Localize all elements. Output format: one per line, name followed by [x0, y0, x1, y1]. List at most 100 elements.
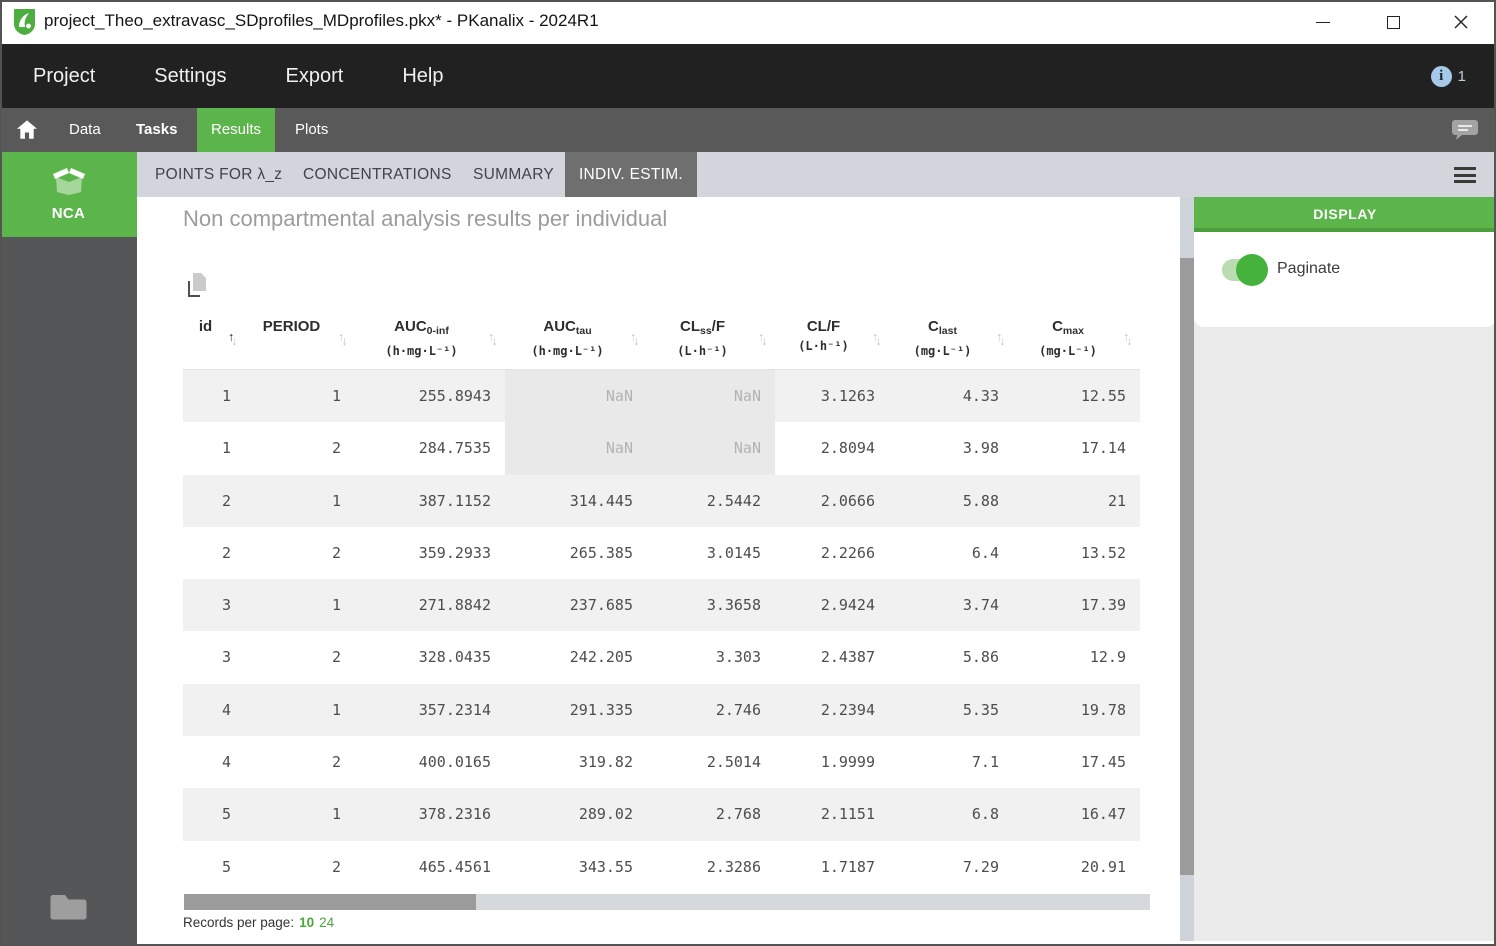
- table-cell-clssf: NaN: [647, 370, 775, 423]
- table-cell-auctau: 343.55: [578, 857, 633, 876]
- table-cell-auctau: NaN: [505, 370, 647, 423]
- subtab-indiv-estim[interactable]: INDIV. ESTIM.: [565, 152, 697, 197]
- subtab-concentrations[interactable]: CONCENTRATIONS: [303, 152, 452, 197]
- sort-icon: ↑↓: [488, 330, 498, 348]
- notification-cluster[interactable]: i 1: [1430, 44, 1466, 108]
- horizontal-scrollbar[interactable]: [184, 894, 1150, 910]
- column-header-id[interactable]: id ↑↓: [183, 308, 245, 369]
- feedback-button[interactable]: [1451, 119, 1479, 147]
- table-cell-auc0inf: 271.8842: [418, 596, 491, 615]
- table-cell-clf: 2.0666: [820, 491, 875, 510]
- table-cell-cmax: 20.91: [1080, 857, 1126, 876]
- records-option-10[interactable]: 10: [299, 915, 314, 930]
- sort-icon: ↑↓: [996, 330, 1006, 348]
- table-cell-cmax: 17.14: [1080, 439, 1126, 458]
- table-cell-clssf: 2.746: [715, 700, 761, 719]
- table-cell-auctau: 319.82: [578, 753, 633, 772]
- menu-export[interactable]: Export: [286, 65, 344, 88]
- table-cell-clf: 2.2266: [820, 543, 875, 562]
- horizontal-scrollbar-thumb[interactable]: [184, 894, 476, 910]
- table-cell-id: 5: [221, 857, 231, 876]
- column-header-auctau[interactable]: AUCtau (h·mg·L⁻¹) ↑↓: [505, 308, 647, 369]
- table-cell-clast: 6.8: [971, 805, 999, 824]
- table-cell-id: 3: [221, 648, 231, 667]
- column-label: Cmax (mg·L⁻¹): [1039, 318, 1097, 358]
- table-cell-auctau: NaN: [505, 422, 647, 475]
- task-sidebar: NCA: [0, 152, 137, 946]
- table-cell-auc0inf: 357.2314: [418, 700, 491, 719]
- records-label: Records per page:: [183, 915, 295, 930]
- menu-toggle-button[interactable]: [1454, 167, 1476, 187]
- table-cell-auc0inf: 328.0435: [418, 648, 491, 667]
- table-cell-period: 1: [331, 491, 341, 510]
- column-header-cmax[interactable]: Cmax (mg·L⁻¹) ↑↓: [1013, 308, 1140, 369]
- menu-project[interactable]: Project: [33, 65, 95, 88]
- menu-bar: Project Settings Export Help i 1: [0, 44, 1496, 108]
- table-cell-clssf: 2.5014: [706, 753, 761, 772]
- table-cell-clf: 2.9424: [820, 596, 875, 615]
- menu-settings[interactable]: Settings: [154, 65, 226, 88]
- table-cell-period: 2: [331, 857, 341, 876]
- sort-icon: ↑↓: [758, 330, 768, 348]
- table-cell-period: 2: [331, 543, 341, 562]
- table-row: 3 1 271.8842 237.685 3.3658 2.9424 3.74 17.39: [183, 579, 1140, 632]
- table-cell-clf: 1.9999: [820, 753, 875, 772]
- column-label: CLss/F (L·h⁻¹): [677, 318, 728, 358]
- maximize-button[interactable]: [1370, 0, 1416, 44]
- subtab-points-for-lambda-z[interactable]: POINTS FOR λ_z: [155, 152, 282, 197]
- tab-data[interactable]: Data: [69, 108, 101, 152]
- table-cell-auctau: 289.02: [578, 805, 633, 824]
- menu-help[interactable]: Help: [402, 65, 443, 88]
- table-row: 1 1 255.8943 NaN NaN 3.1263 4.33 12.55: [183, 370, 1140, 423]
- column-header-clssf[interactable]: CLss/F (L·h⁻¹) ↑↓: [647, 308, 775, 369]
- tab-plots[interactable]: Plots: [295, 108, 328, 152]
- home-button[interactable]: [17, 120, 37, 145]
- display-panel-card: Paginate: [1194, 232, 1496, 327]
- column-header-auc0inf[interactable]: AUC0-inf (h·mg·L⁻¹) ↑↓: [355, 308, 505, 369]
- sort-icon: ↑↓: [228, 330, 238, 348]
- results-subtab-bar: POINTS FOR λ_z CONCENTRATIONS SUMMARY IN…: [137, 152, 1496, 197]
- table-cell-clast: 4.33: [962, 387, 999, 405]
- table-cell-clssf: 3.0145: [706, 543, 761, 562]
- copy-table-button[interactable]: [188, 273, 210, 298]
- table-row: 1 2 284.7535 NaN NaN 2.8094 3.98 17.14: [183, 422, 1140, 475]
- table-cell-clf: 2.4387: [820, 648, 875, 667]
- close-button[interactable]: [1438, 0, 1484, 44]
- vertical-scrollbar[interactable]: [1180, 197, 1194, 941]
- tab-tasks[interactable]: Tasks: [136, 108, 177, 152]
- subtab-summary[interactable]: SUMMARY: [473, 152, 554, 197]
- vertical-scrollbar-thumb[interactable]: [1180, 258, 1194, 875]
- column-header-clf[interactable]: CL/F (L·h⁻¹) ↑↓: [775, 308, 889, 369]
- table-cell-clssf: 3.3658: [706, 596, 761, 615]
- table-row: 3 2 328.0435 242.205 3.303 2.4387 5.86 12.9: [183, 631, 1140, 683]
- column-header-period[interactable]: PERIOD ↑↓: [245, 308, 355, 369]
- paginate-toggle[interactable]: [1222, 254, 1268, 286]
- table-cell-period: 1: [331, 387, 341, 405]
- notification-count: 1: [1457, 67, 1466, 85]
- table-cell-id: 1: [221, 387, 231, 405]
- table-cell-cmax: 16.47: [1080, 805, 1126, 824]
- folder-icon: [50, 895, 87, 920]
- sidebar-item-nca[interactable]: NCA: [0, 152, 137, 237]
- table-cell-auc0inf: 255.8943: [418, 387, 491, 405]
- tab-results[interactable]: Results: [197, 108, 275, 152]
- table-cell-clast: 3.74: [962, 596, 999, 615]
- table-cell-id: 2: [221, 491, 231, 510]
- folder-button[interactable]: [50, 892, 87, 922]
- column-header-clast[interactable]: Clast (mg·L⁻¹) ↑↓: [889, 308, 1013, 369]
- table-cell-clast: 3.98: [962, 439, 999, 458]
- table-cell-clf: 1.7187: [820, 857, 875, 876]
- display-panel: DISPLAY Paginate: [1194, 197, 1496, 941]
- records-option-24[interactable]: 24: [319, 915, 334, 930]
- chat-bubble-icon: [1452, 120, 1478, 140]
- minimize-button[interactable]: [1300, 0, 1346, 44]
- table-cell-auc0inf: 359.2933: [418, 543, 491, 562]
- table-cell-period: 2: [331, 753, 341, 772]
- table-cell-cmax: 19.78: [1080, 700, 1126, 719]
- close-icon: [1454, 15, 1468, 29]
- nca-results-table: id ↑↓ PERIOD ↑↓ AUC0-inf (h·mg·L⁻¹) ↑↓ AUCtau (h…: [183, 308, 1140, 893]
- paginate-label: Paginate: [1277, 260, 1341, 277]
- table-cell-auctau: 242.205: [569, 648, 633, 667]
- table-cell-id: 4: [221, 753, 231, 772]
- minimize-icon: [1316, 21, 1330, 23]
